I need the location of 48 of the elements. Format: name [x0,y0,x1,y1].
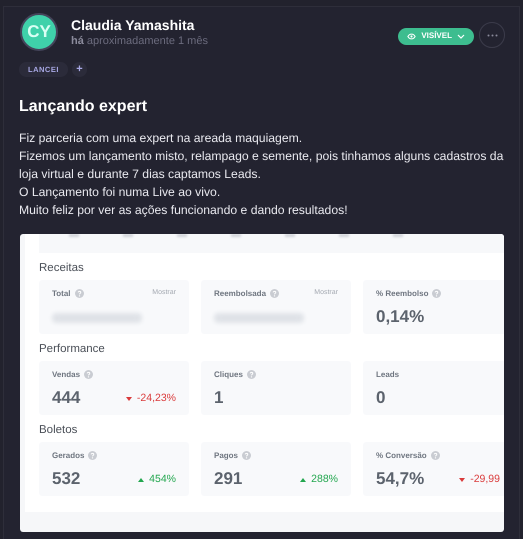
chevron-down-icon [457,34,465,38]
author-name[interactable]: Claudia Yamashita [71,16,208,34]
more-icon [486,34,498,36]
metric-label: % Conversão [376,450,427,462]
section-heading: Receitas [39,261,85,275]
avatar: CY [20,13,58,51]
help-icon[interactable] [74,289,84,298]
help-icon[interactable] [242,451,252,460]
metric-value: 54,7% [376,469,424,489]
more-button[interactable] [479,22,505,48]
arrow-down-icon [459,478,466,482]
help-icon[interactable] [432,289,442,298]
body-text: Fiz parceria com uma expert na areada maquiagem. [19,130,304,147]
metric-value: 0 [376,388,386,408]
change-value: -29,99 [470,472,500,488]
metric-value: 0,14% [376,307,424,327]
metric-label: Gerados [52,450,84,462]
arrow-up-icon [300,478,306,482]
body-text: O Lançamento foi numa Live ao vivo. [19,184,222,201]
metric-label: Vendas [52,368,80,380]
arrow-up-icon [138,478,144,482]
help-icon[interactable] [270,289,280,298]
metric-label: Cliques [214,368,243,380]
metric-label: Leads [376,368,400,380]
metric-label: Total [52,288,71,300]
section-heading: Boletos [39,423,78,437]
eye-icon [407,32,416,40]
post-title: Lançando expert [18,97,148,117]
add-tag-button[interactable]: + [72,62,87,77]
metric-value: 1 [214,388,224,408]
metric-label: Reembolsada [214,288,266,300]
metric-value: 444 [52,388,80,408]
help-icon[interactable] [88,451,98,460]
metric-value: 532 [52,469,80,489]
change-value: -24,23% [136,391,176,406]
metric-label: % Reembolso [376,288,428,300]
body-text: Fizemos um lançamento misto, relampago e semente, pois tinhamos alguns cadastros da loja virtual e durante 7 dias captamos Leads. [19,148,504,183]
post-time: há aproximadamente 1 mês [71,34,208,48]
metric-value: 291 [214,469,242,489]
help-icon[interactable] [246,370,256,379]
metric-label: Pagos [214,450,238,462]
help-icon[interactable] [84,370,94,379]
change-value: 454% [149,472,176,488]
help-icon[interactable] [430,451,440,460]
body-text: Muito feliz por ver as ações funcionando e dando resultados! [19,202,349,219]
change-value: 288% [311,472,338,488]
section-heading: Performance [39,342,106,356]
arrow-down-icon [126,397,132,402]
